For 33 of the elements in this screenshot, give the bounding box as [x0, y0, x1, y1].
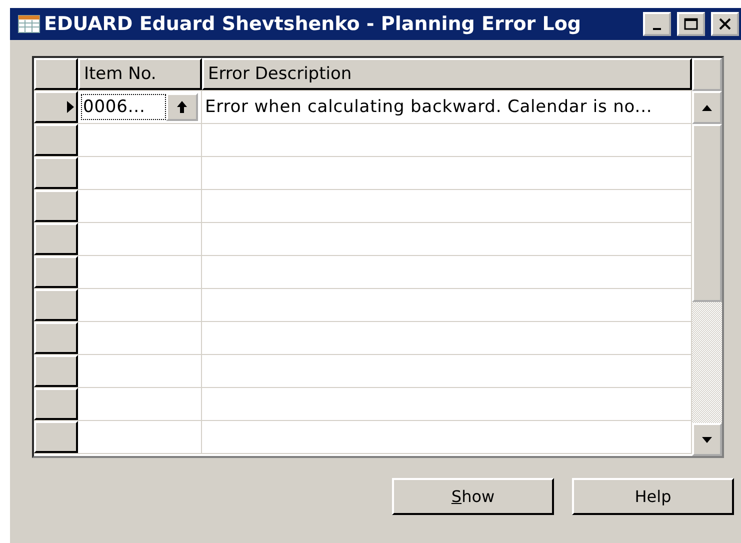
row-selector[interactable]: [34, 388, 78, 420]
row-selector[interactable]: [34, 91, 78, 123]
show-button[interactable]: Show: [392, 478, 554, 515]
lookup-button[interactable]: [166, 93, 198, 121]
minimize-icon: [653, 28, 661, 30]
column-header[interactable]: Error Description: [202, 58, 692, 90]
row-selector[interactable]: [34, 223, 78, 255]
up-arrow-icon: [177, 101, 187, 113]
row-selector[interactable]: [34, 289, 78, 321]
scroll-down-button[interactable]: [692, 423, 722, 456]
down-triangle-icon: [702, 436, 712, 442]
scroll-thumb[interactable]: [692, 124, 722, 302]
row-selector[interactable]: [34, 322, 78, 354]
help-button[interactable]: Help: [572, 478, 734, 515]
vertical-scrollbar[interactable]: [692, 58, 722, 456]
maximize-icon: [684, 18, 698, 30]
row-selector[interactable]: [34, 124, 78, 156]
row-selector[interactable]: [34, 421, 78, 453]
scroll-up-button[interactable]: [692, 91, 722, 124]
row-selector[interactable]: [34, 355, 78, 387]
row-selector[interactable]: [34, 157, 78, 189]
minimize-button[interactable]: [643, 12, 671, 36]
row-selector[interactable]: [34, 190, 78, 222]
close-button[interactable]: [711, 12, 739, 36]
current-row-icon: [67, 101, 74, 113]
table-icon: [18, 15, 40, 33]
close-icon: [719, 18, 731, 30]
maximize-button[interactable]: [677, 12, 705, 36]
window-title: EDUARD Eduard Shevtshenko - Planning Error Log: [44, 13, 582, 35]
table-cell: Error when calculating backward. Calendar is no...: [205, 97, 652, 117]
column-header[interactable]: Item No.: [78, 58, 202, 90]
row-selector[interactable]: [34, 256, 78, 288]
up-triangle-icon: [702, 104, 712, 110]
